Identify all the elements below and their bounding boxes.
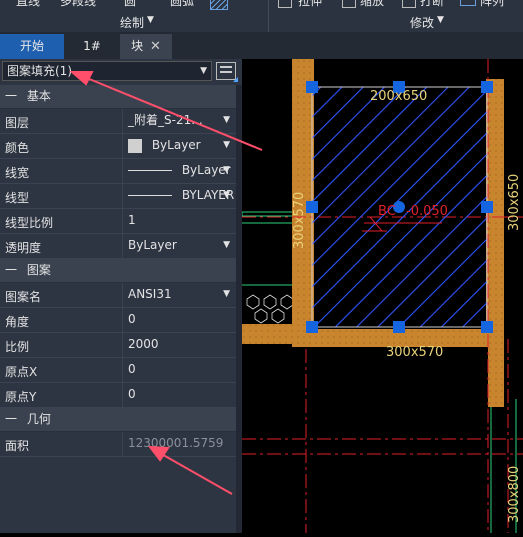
hexagon-hatch bbox=[246, 294, 294, 324]
property-row-area: 面积 12300001.5759 bbox=[0, 432, 236, 457]
collapse-icon[interactable]: 一 bbox=[5, 263, 17, 277]
lineweight-select[interactable]: ByLayer ▼ bbox=[122, 159, 236, 183]
elevation-label: -0.050 bbox=[406, 204, 448, 219]
property-row-linetype-scale: 线型比例 1 bbox=[0, 209, 236, 234]
close-icon[interactable]: ✕ bbox=[150, 39, 161, 54]
stretch-icon bbox=[278, 0, 292, 8]
property-row-origin-y: 原点Y 0 bbox=[0, 383, 236, 408]
section-geometry[interactable]: 一 几何 bbox=[0, 408, 236, 432]
drawing-canvas[interactable]: 200x650 300x570 300x570 300x650 300x800 … bbox=[241, 59, 523, 533]
section-title: 图案 bbox=[26, 263, 51, 277]
polyline-tool[interactable]: 多段线 bbox=[60, 0, 96, 9]
stretch-tool[interactable]: 拉伸 bbox=[298, 0, 322, 9]
property-row-scale: 比例 2000 bbox=[0, 333, 236, 358]
break-icon bbox=[402, 0, 416, 8]
chevron-down-icon: ▼ bbox=[223, 140, 230, 150]
quick-select-icon[interactable] bbox=[216, 62, 238, 82]
chevron-down-icon: ▼ bbox=[223, 190, 230, 200]
transparency-select[interactable]: ByLayer ▼ bbox=[122, 234, 236, 258]
ribbon-separator bbox=[268, 0, 269, 32]
draw-group-label[interactable]: 绘制 bbox=[120, 14, 144, 31]
property-row-origin-x: 原点X 0 bbox=[0, 358, 236, 383]
origin-y-field[interactable]: 0 bbox=[122, 383, 236, 407]
tab-start[interactable]: 开始 bbox=[0, 34, 64, 59]
origin-x-field[interactable]: 0 bbox=[122, 358, 236, 382]
section-pattern[interactable]: 一 图案 bbox=[0, 259, 236, 283]
color-select[interactable]: ByLayer ▼ bbox=[122, 134, 236, 158]
circle-tool[interactable]: 圆 bbox=[124, 0, 136, 9]
array-icon bbox=[460, 0, 476, 6]
property-row-linetype: 线型 BYLAYER ▼ bbox=[0, 184, 236, 209]
tab-block[interactable]: 块 ✕ bbox=[120, 34, 172, 59]
scale-field[interactable]: 2000 bbox=[122, 333, 236, 357]
array-tool[interactable]: 阵列 bbox=[480, 0, 504, 9]
property-row-layer: 图层 _附着_S-21... ▼ bbox=[0, 109, 236, 134]
hatch-icon[interactable] bbox=[210, 0, 228, 10]
linetype-select[interactable]: BYLAYER ▼ bbox=[122, 184, 236, 208]
chevron-down-icon: ▼ bbox=[223, 115, 230, 125]
property-grid: 一 基本 图层 _附着_S-21... ▼ 颜色 ByLayer ▼ 线宽 By… bbox=[0, 85, 236, 457]
line-tool[interactable]: 直线 bbox=[16, 0, 40, 9]
property-row-angle: 角度 0 bbox=[0, 308, 236, 333]
chevron-down-icon: ▼ bbox=[223, 165, 230, 175]
ribbon: 直线 多段线 圆 圆弧 绘制 ▼ 拉伸 缩放 打断 阵列 修改 ▼ bbox=[0, 0, 523, 32]
section-title: 基本 bbox=[26, 89, 51, 103]
beam-label-right-bottom: 300x800 bbox=[507, 465, 522, 523]
chevron-down-icon: ▼ bbox=[147, 15, 154, 25]
layer-select[interactable]: _附着_S-21... ▼ bbox=[122, 109, 236, 133]
scale-tool[interactable]: 缩放 bbox=[360, 0, 384, 9]
chevron-down-icon: ▼ bbox=[437, 15, 444, 25]
section-basic[interactable]: 一 基本 bbox=[0, 85, 236, 109]
pattern-name-select[interactable]: ANSI31 ▼ bbox=[122, 283, 236, 307]
area-value: 12300001.5759 bbox=[122, 432, 236, 456]
bc-label: BC bbox=[378, 204, 396, 219]
scale-icon bbox=[342, 0, 356, 8]
beam-label-left: 300x570 bbox=[292, 191, 307, 249]
break-tool[interactable]: 打断 bbox=[420, 0, 444, 9]
color-swatch bbox=[128, 138, 142, 153]
modify-group-label[interactable]: 修改 bbox=[410, 14, 434, 31]
collapse-icon[interactable]: 一 bbox=[5, 412, 17, 426]
linetype-scale-field[interactable]: 1 bbox=[122, 209, 236, 233]
chevron-down-icon: ▼ bbox=[223, 240, 230, 250]
beam-label-bottom: 300x570 bbox=[386, 345, 444, 360]
collapse-icon[interactable]: 一 bbox=[5, 89, 17, 103]
arc-tool[interactable]: 圆弧 bbox=[170, 0, 194, 9]
line-sample bbox=[128, 170, 172, 171]
section-title: 几何 bbox=[26, 412, 51, 426]
property-row-pattern-name: 图案名 ANSI31 ▼ bbox=[0, 283, 236, 308]
beam-label-right: 300x650 bbox=[507, 173, 522, 231]
property-row-lineweight: 线宽 ByLayer ▼ bbox=[0, 159, 236, 184]
selection-dropdown[interactable]: 图案填充(1) ▼ bbox=[2, 61, 212, 81]
properties-panel: 图案填充(1) ▼ 一 基本 图层 _附着_S-21... ▼ 颜色 ByLay… bbox=[0, 59, 242, 533]
drawing-svg bbox=[241, 59, 523, 533]
property-row-transparency: 透明度 ByLayer ▼ bbox=[0, 234, 236, 259]
document-tabbar: 开始 1# 块 ✕ bbox=[0, 32, 523, 59]
chevron-down-icon: ▼ bbox=[200, 66, 207, 76]
beam-label-top: 200x650 bbox=[370, 89, 428, 104]
chevron-down-icon: ▼ bbox=[223, 289, 230, 299]
tab-1[interactable]: 1# bbox=[66, 34, 118, 59]
line-sample bbox=[128, 195, 172, 196]
angle-field[interactable]: 0 bbox=[122, 308, 236, 332]
property-row-color: 颜色 ByLayer ▼ bbox=[0, 134, 236, 159]
